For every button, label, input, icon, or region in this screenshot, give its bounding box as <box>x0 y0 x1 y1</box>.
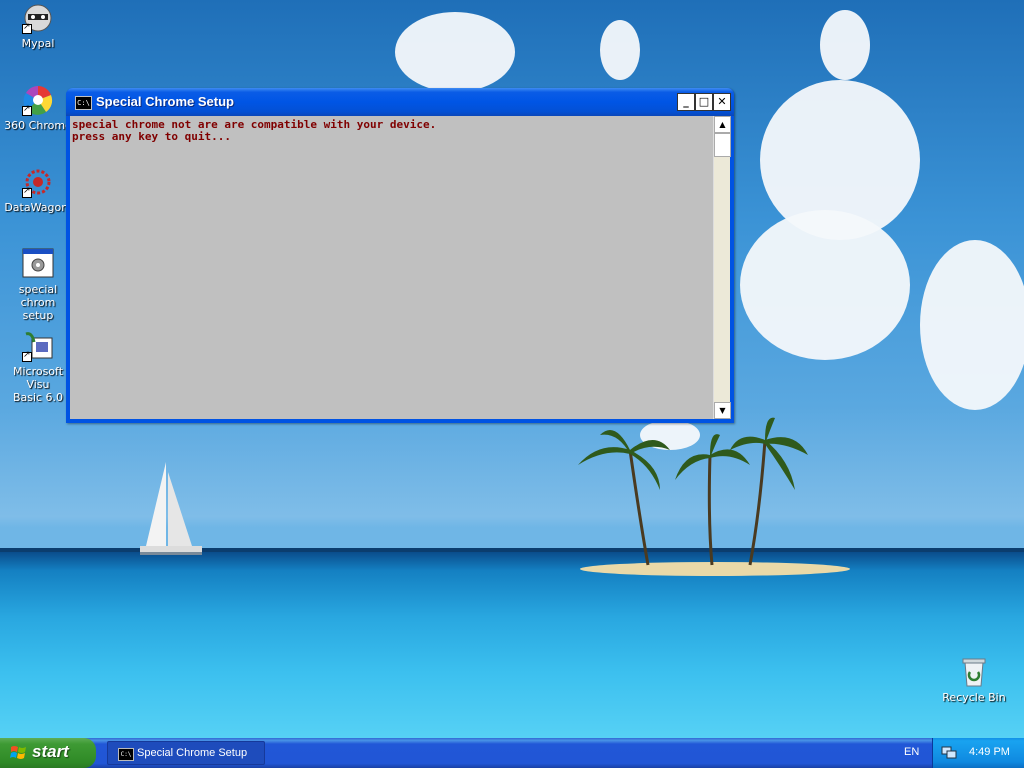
language-indicator[interactable]: EN <box>904 746 919 758</box>
taskbar-item-special-chrome-setup[interactable]: C:\ Special Chrome Setup <box>107 741 265 765</box>
shortcut-arrow-icon <box>22 350 32 362</box>
network-icon[interactable] <box>941 746 957 760</box>
console-line: press any key to quit... <box>72 130 231 143</box>
system-tray: 4:49 PM <box>932 738 1024 768</box>
windows-logo-icon <box>10 746 26 759</box>
desktop-icon-label: Recycle Bin <box>942 691 1006 704</box>
sea <box>0 552 1024 738</box>
desktop-icon-mypal[interactable]: Mypal <box>0 2 76 50</box>
window-titlebar[interactable]: C:\ Special Chrome Setup _ □ ✕ <box>66 88 734 116</box>
scroll-up-button[interactable]: ▲ <box>714 116 731 133</box>
desktop-icon-label-line1: Microsoft Visu <box>12 365 64 391</box>
sailboat <box>140 462 202 555</box>
desktop-icon-label: 360 Chrome <box>4 119 72 132</box>
scroll-thumb[interactable] <box>714 133 731 157</box>
taskbar: start C:\ Special Chrome Setup EN 4:49 P… <box>0 738 1024 768</box>
shortcut-arrow-icon <box>22 22 32 34</box>
shortcut-arrow-icon <box>22 104 32 116</box>
console-icon: C:\ <box>75 96 92 110</box>
setup-exe-icon <box>22 248 54 280</box>
cloud <box>740 210 910 360</box>
desktop-icon-label: DataWagon. <box>4 201 72 214</box>
console-client-area[interactable]: special chrome not are are compatible wi… <box>70 116 731 419</box>
visual-basic-icon <box>22 330 54 362</box>
cloud <box>920 240 1024 410</box>
cloud <box>820 10 870 80</box>
desktop-icon-label: Mypal <box>21 37 55 50</box>
desktop-icon-visual-basic[interactable]: Microsoft Visu Basic 6.0 <box>0 330 76 404</box>
cloud <box>600 20 640 80</box>
raccoon-icon <box>22 2 54 34</box>
close-button[interactable]: ✕ <box>713 93 731 111</box>
console-output: special chrome not are are compatible wi… <box>72 119 436 143</box>
clock[interactable]: 4:49 PM <box>969 746 1010 758</box>
taskbar-item-label: Special Chrome Setup <box>137 747 248 759</box>
console-icon: C:\ <box>118 748 134 761</box>
console-window[interactable]: C:\ Special Chrome Setup _ □ ✕ special c… <box>66 88 734 423</box>
desktop-icon-recycle-bin[interactable]: Recycle Bin <box>936 656 1012 704</box>
recycle-bin-icon <box>958 656 990 688</box>
maximize-button[interactable]: □ <box>695 93 713 111</box>
cloud <box>395 12 515 92</box>
vertical-scrollbar[interactable]: ▲ ▼ <box>713 116 731 419</box>
desktop-icon-360-chrome[interactable]: 360 Chrome <box>0 84 76 132</box>
desktop-icon-label-line2: Basic 6.0 <box>12 391 64 404</box>
start-label: start <box>32 742 69 761</box>
palm-trees <box>578 417 808 566</box>
datawagon-icon <box>22 166 54 198</box>
360-chrome-icon <box>22 84 54 116</box>
desktop-icon-special-chrome-setup[interactable]: special chrom setup <box>0 248 76 322</box>
shortcut-arrow-icon <box>22 186 32 198</box>
start-button[interactable]: start <box>0 738 96 768</box>
desktop-icon-datawagon[interactable]: DataWagon. <box>0 166 76 214</box>
window-title: Special Chrome Setup <box>96 94 234 109</box>
scroll-down-button[interactable]: ▼ <box>714 402 731 419</box>
desktop-icon-label-line2: setup <box>22 309 54 322</box>
minimize-button[interactable]: _ <box>677 93 695 111</box>
desktop-icon-label-line1: special chrom <box>18 283 58 309</box>
